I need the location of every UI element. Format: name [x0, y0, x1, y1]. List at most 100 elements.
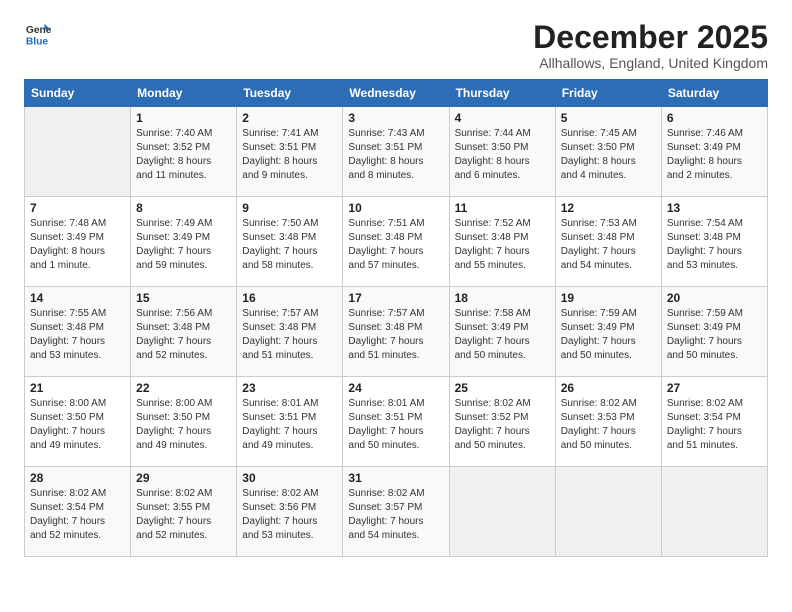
day-number: 20 [667, 291, 762, 305]
page-header: General Blue December 2025 Allhallows, E… [24, 20, 768, 71]
day-info: Sunrise: 7:53 AMSunset: 3:48 PMDaylight:… [561, 217, 656, 273]
calendar-cell: 3Sunrise: 7:43 AMSunset: 3:51 PMDaylight… [343, 107, 449, 197]
logo-icon: General Blue [24, 20, 52, 48]
day-info: Sunrise: 7:59 AMSunset: 3:49 PMDaylight:… [667, 307, 762, 363]
calendar-cell [25, 107, 131, 197]
day-info: Sunrise: 7:49 AMSunset: 3:49 PMDaylight:… [136, 217, 231, 273]
svg-text:General: General [26, 25, 52, 36]
header-saturday: Saturday [661, 80, 767, 107]
header-sunday: Sunday [25, 80, 131, 107]
calendar-cell: 13Sunrise: 7:54 AMSunset: 3:48 PMDayligh… [661, 197, 767, 287]
calendar-cell: 26 Sunrise: 8:02 AMSunset: 3:53 PMDayligh… [555, 377, 661, 467]
calendar-week-4: 21 Sunrise: 8:00 AMSunset: 3:50 PMDayligh… [25, 377, 768, 467]
header-tuesday: Tuesday [237, 80, 343, 107]
day-info: Sunrise: 8:02 AMSunset: 3:57 PMDaylight:… [348, 487, 443, 543]
calendar-cell: 17 Sunrise: 7:57 AMSunset: 3:48 PMDayligh… [343, 287, 449, 377]
calendar-cell: 18Sunrise: 7:58 AMSunset: 3:49 PMDayligh… [449, 287, 555, 377]
calendar-cell: 24 Sunrise: 8:01 AMSunset: 3:51 PMDayligh… [343, 377, 449, 467]
day-number: 22 [136, 381, 231, 395]
day-number: 6 [667, 111, 762, 125]
calendar-cell: 27 Sunrise: 8:02 AMSunset: 3:54 PMDayligh… [661, 377, 767, 467]
day-info: Sunrise: 7:48 AMSunset: 3:49 PMDaylight:… [30, 217, 125, 273]
header-wednesday: Wednesday [343, 80, 449, 107]
calendar-header-row: SundayMondayTuesdayWednesdayThursdayFrid… [25, 80, 768, 107]
day-info: Sunrise: 8:02 AMSunset: 3:56 PMDaylight:… [242, 487, 337, 543]
calendar-cell: 10 Sunrise: 7:51 AMSunset: 3:48 PMDayligh… [343, 197, 449, 287]
svg-text:Blue: Blue [26, 36, 49, 47]
day-info: Sunrise: 7:50 AMSunset: 3:48 PMDaylight:… [242, 217, 337, 273]
day-info: Sunrise: 8:02 AMSunset: 3:53 PMDaylight:… [561, 397, 656, 453]
day-number: 28 [30, 471, 125, 485]
calendar-cell [449, 467, 555, 557]
calendar-cell: 15Sunrise: 7:56 AMSunset: 3:48 PMDayligh… [131, 287, 237, 377]
header-monday: Monday [131, 80, 237, 107]
day-info: Sunrise: 7:55 AMSunset: 3:48 PMDaylight:… [30, 307, 125, 363]
day-info: Sunrise: 8:02 AMSunset: 3:52 PMDaylight:… [455, 397, 550, 453]
day-info: Sunrise: 7:52 AMSunset: 3:48 PMDaylight:… [455, 217, 550, 273]
header-thursday: Thursday [449, 80, 555, 107]
calendar-cell: 25 Sunrise: 8:02 AMSunset: 3:52 PMDayligh… [449, 377, 555, 467]
day-number: 23 [242, 381, 337, 395]
calendar-cell: 28 Sunrise: 8:02 AMSunset: 3:54 PMDayligh… [25, 467, 131, 557]
day-info: Sunrise: 7:59 AMSunset: 3:49 PMDaylight:… [561, 307, 656, 363]
day-info: Sunrise: 7:58 AMSunset: 3:49 PMDaylight:… [455, 307, 550, 363]
calendar-cell: 19Sunrise: 7:59 AMSunset: 3:49 PMDayligh… [555, 287, 661, 377]
calendar-week-2: 7 Sunrise: 7:48 AMSunset: 3:49 PMDaylight… [25, 197, 768, 287]
day-info: Sunrise: 8:01 AMSunset: 3:51 PMDaylight:… [242, 397, 337, 453]
day-number: 12 [561, 201, 656, 215]
calendar-week-5: 28 Sunrise: 8:02 AMSunset: 3:54 PMDayligh… [25, 467, 768, 557]
day-number: 2 [242, 111, 337, 125]
day-info: Sunrise: 7:43 AMSunset: 3:51 PMDaylight:… [348, 127, 443, 183]
day-info: Sunrise: 7:56 AMSunset: 3:48 PMDaylight:… [136, 307, 231, 363]
calendar-cell: 6 Sunrise: 7:46 AMSunset: 3:49 PMDaylight… [661, 107, 767, 197]
day-number: 1 [136, 111, 231, 125]
day-info: Sunrise: 8:02 AMSunset: 3:55 PMDaylight:… [136, 487, 231, 543]
calendar-cell: 12 Sunrise: 7:53 AMSunset: 3:48 PMDayligh… [555, 197, 661, 287]
calendar-cell: 8Sunrise: 7:49 AMSunset: 3:49 PMDaylight… [131, 197, 237, 287]
calendar-week-1: 1Sunrise: 7:40 AMSunset: 3:52 PMDaylight… [25, 107, 768, 197]
day-number: 21 [30, 381, 125, 395]
day-info: Sunrise: 7:44 AMSunset: 3:50 PMDaylight:… [455, 127, 550, 183]
calendar-cell: 7 Sunrise: 7:48 AMSunset: 3:49 PMDaylight… [25, 197, 131, 287]
calendar-cell: 16Sunrise: 7:57 AMSunset: 3:48 PMDayligh… [237, 287, 343, 377]
logo: General Blue [24, 20, 52, 48]
header-friday: Friday [555, 80, 661, 107]
day-number: 7 [30, 201, 125, 215]
calendar-cell: 23 Sunrise: 8:01 AMSunset: 3:51 PMDayligh… [237, 377, 343, 467]
title-block: December 2025 Allhallows, England, Unite… [533, 20, 768, 71]
day-number: 31 [348, 471, 443, 485]
calendar-cell: 2 Sunrise: 7:41 AMSunset: 3:51 PMDaylight… [237, 107, 343, 197]
calendar-cell: 1Sunrise: 7:40 AMSunset: 3:52 PMDaylight… [131, 107, 237, 197]
day-number: 26 [561, 381, 656, 395]
day-number: 14 [30, 291, 125, 305]
day-info: Sunrise: 7:41 AMSunset: 3:51 PMDaylight:… [242, 127, 337, 183]
calendar-cell: 9Sunrise: 7:50 AMSunset: 3:48 PMDaylight… [237, 197, 343, 287]
day-number: 25 [455, 381, 550, 395]
day-info: Sunrise: 7:45 AMSunset: 3:50 PMDaylight:… [561, 127, 656, 183]
day-number: 4 [455, 111, 550, 125]
location: Allhallows, England, United Kingdom [533, 55, 768, 71]
day-info: Sunrise: 8:01 AMSunset: 3:51 PMDaylight:… [348, 397, 443, 453]
day-info: Sunrise: 8:00 AMSunset: 3:50 PMDaylight:… [136, 397, 231, 453]
day-number: 17 [348, 291, 443, 305]
calendar-cell [661, 467, 767, 557]
day-number: 5 [561, 111, 656, 125]
calendar-cell: 5 Sunrise: 7:45 AMSunset: 3:50 PMDaylight… [555, 107, 661, 197]
calendar-week-3: 14 Sunrise: 7:55 AMSunset: 3:48 PMDayligh… [25, 287, 768, 377]
calendar-cell: 30Sunrise: 8:02 AMSunset: 3:56 PMDayligh… [237, 467, 343, 557]
calendar-cell: 14 Sunrise: 7:55 AMSunset: 3:48 PMDayligh… [25, 287, 131, 377]
day-info: Sunrise: 7:57 AMSunset: 3:48 PMDaylight:… [242, 307, 337, 363]
day-number: 13 [667, 201, 762, 215]
day-info: Sunrise: 7:46 AMSunset: 3:49 PMDaylight:… [667, 127, 762, 183]
day-info: Sunrise: 8:02 AMSunset: 3:54 PMDaylight:… [667, 397, 762, 453]
calendar-cell: 22 Sunrise: 8:00 AMSunset: 3:50 PMDayligh… [131, 377, 237, 467]
day-number: 10 [348, 201, 443, 215]
day-info: Sunrise: 7:51 AMSunset: 3:48 PMDaylight:… [348, 217, 443, 273]
day-number: 24 [348, 381, 443, 395]
day-info: Sunrise: 8:00 AMSunset: 3:50 PMDaylight:… [30, 397, 125, 453]
calendar-cell: 21 Sunrise: 8:00 AMSunset: 3:50 PMDayligh… [25, 377, 131, 467]
day-info: Sunrise: 8:02 AMSunset: 3:54 PMDaylight:… [30, 487, 125, 543]
day-info: Sunrise: 7:57 AMSunset: 3:48 PMDaylight:… [348, 307, 443, 363]
day-number: 27 [667, 381, 762, 395]
day-number: 11 [455, 201, 550, 215]
